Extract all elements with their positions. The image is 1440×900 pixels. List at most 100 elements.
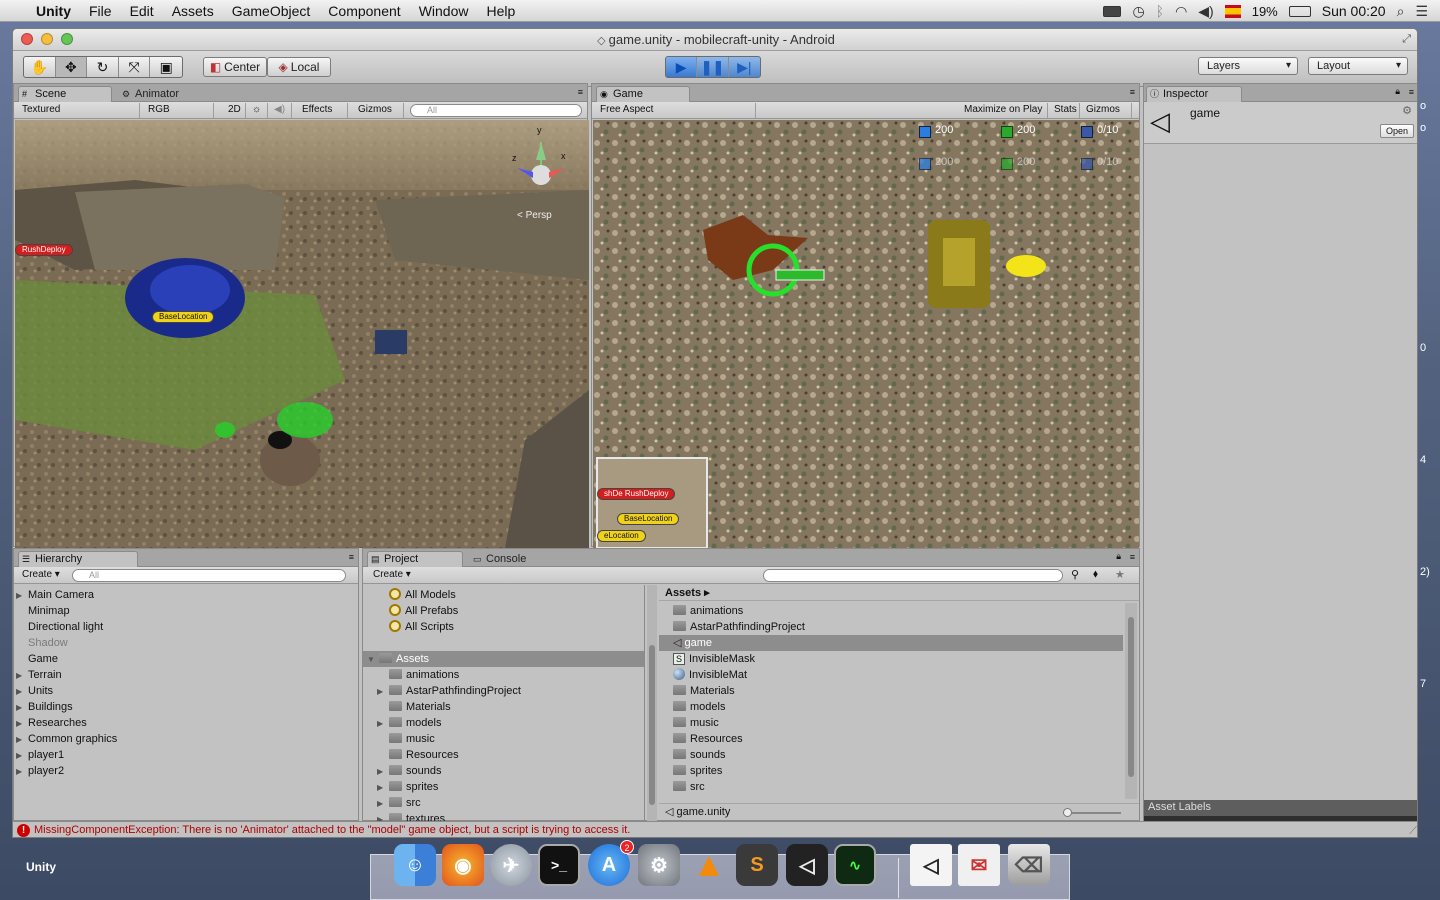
asset-item[interactable]: ◁ game: [659, 635, 1123, 651]
favorites-star-icon[interactable]: ★: [1115, 568, 1125, 581]
bluetooth-icon[interactable]: ᛒ: [1156, 4, 1164, 18]
keyboard-icon[interactable]: [1103, 5, 1122, 17]
asset-item[interactable]: models: [659, 699, 1123, 715]
lighting-toggle-icon[interactable]: ☼: [248, 103, 268, 118]
expand-arrow-icon[interactable]: ▶: [16, 732, 28, 748]
tab-hierarchy[interactable]: ☰ Hierarchy: [18, 551, 138, 567]
input-source-flag-icon[interactable]: [1224, 4, 1241, 18]
expand-arrow-icon[interactable]: ▶: [16, 588, 28, 604]
game-panel-menu-icon[interactable]: ≡: [1130, 87, 1135, 97]
scene-viewport[interactable]: y x z < Persp RushDeploy BaseLocation: [15, 120, 589, 548]
step-icon[interactable]: ▶|: [729, 57, 760, 77]
menu-gameobject[interactable]: GameObject: [223, 3, 320, 19]
hierarchy-create-dropdown[interactable]: Create ▾: [18, 568, 66, 583]
tab-console[interactable]: ▭ Console: [469, 551, 559, 567]
app-menu[interactable]: Unity: [27, 3, 80, 19]
hierarchy-item[interactable]: ▶ Units: [16, 683, 356, 699]
asset-item[interactable]: S InvisibleMask: [659, 651, 1123, 667]
play-icon[interactable]: ▶: [666, 57, 698, 77]
unity-document-icon[interactable]: ◁: [910, 844, 952, 886]
expand-arrow-icon[interactable]: ▼: [367, 652, 379, 668]
2d-toggle[interactable]: 2D: [224, 103, 246, 118]
hierarchy-item[interactable]: Minimap: [16, 603, 356, 619]
hierarchy-item[interactable]: ▶ Buildings: [16, 699, 356, 715]
hierarchy-item[interactable]: ▶ player1: [16, 747, 356, 763]
game-viewport[interactable]: 200 200 0/10 200 200 0/10 shDe RushDeplo…: [593, 120, 1139, 548]
menu-file[interactable]: File: [80, 3, 121, 19]
hand-tool-icon[interactable]: ✋: [24, 57, 56, 77]
scale-tool-icon[interactable]: ⤧: [119, 57, 151, 77]
menu-help[interactable]: Help: [477, 3, 524, 19]
favorite-item[interactable]: All Prefabs: [389, 603, 458, 619]
hierarchy-search-input[interactable]: All: [72, 569, 346, 582]
expand-arrow-icon[interactable]: ▶: [377, 716, 389, 732]
menu-edit[interactable]: Edit: [121, 3, 163, 19]
expand-arrow-icon[interactable]: ▶: [16, 684, 28, 700]
tree-folder-item[interactable]: ▶ sounds: [377, 763, 441, 779]
minimize-button[interactable]: [41, 33, 53, 45]
color-mode-dropdown[interactable]: RGB: [144, 103, 214, 118]
layout-dropdown[interactable]: Layout: [1308, 57, 1408, 75]
expand-arrow-icon[interactable]: ▶: [377, 812, 389, 821]
expand-arrow-icon[interactable]: ▶: [16, 668, 28, 684]
terminal-icon[interactable]: >_: [538, 844, 580, 886]
finder-icon[interactable]: ☺: [394, 844, 436, 886]
asset-scrollbar[interactable]: [1125, 603, 1137, 799]
breadcrumb-assets[interactable]: Assets: [665, 587, 701, 599]
tab-project[interactable]: ▤ Project: [367, 551, 463, 567]
fullscreen-icon[interactable]: ⤢: [1402, 29, 1411, 50]
project-lock-icon[interactable]: 🔒︎: [1116, 551, 1121, 562]
scene-gizmos-dropdown[interactable]: Gizmos: [354, 103, 404, 118]
tab-animator[interactable]: ⚙ Animator: [118, 86, 208, 102]
rotate-tool-icon[interactable]: ↻: [87, 57, 119, 77]
layers-dropdown[interactable]: Layers: [1198, 57, 1298, 75]
spotlight-search-icon[interactable]: ⌕: [1397, 4, 1405, 18]
battery-icon[interactable]: [1288, 5, 1311, 17]
expand-arrow-icon[interactable]: ▶: [16, 716, 28, 732]
project-search-input[interactable]: [763, 569, 1063, 582]
audio-toggle-icon[interactable]: ◀): [270, 103, 292, 118]
menu-component[interactable]: Component: [319, 3, 409, 19]
asset-item[interactable]: InvisibleMat: [659, 667, 1123, 683]
expand-arrow-icon[interactable]: ▶: [16, 764, 28, 780]
tree-scrollbar[interactable]: [647, 585, 657, 821]
menu-assets[interactable]: Assets: [163, 3, 223, 19]
hierarchy-menu-icon[interactable]: ≡: [349, 552, 354, 562]
expand-arrow-icon[interactable]: ▶: [377, 764, 389, 780]
asset-item[interactable]: Resources: [659, 731, 1123, 747]
asset-item[interactable]: sounds: [659, 747, 1123, 763]
desktop-unity-label[interactable]: Unity: [26, 860, 56, 874]
settings-gear-icon[interactable]: ⚙: [1402, 104, 1412, 117]
tab-game[interactable]: ◉ Game: [596, 86, 690, 102]
trash-icon[interactable]: ⌫: [1008, 844, 1050, 886]
asset-item[interactable]: src: [659, 779, 1123, 795]
tree-folder-item[interactable]: Materials: [377, 699, 451, 715]
game-gizmos-dropdown[interactable]: Gizmos: [1082, 103, 1132, 118]
asset-item[interactable]: music: [659, 715, 1123, 731]
tab-scene[interactable]: # Scene: [18, 86, 112, 102]
tree-folder-item[interactable]: animations: [377, 667, 459, 683]
hierarchy-item[interactable]: Shadow: [16, 635, 356, 651]
project-create-dropdown[interactable]: Create ▾: [369, 568, 417, 583]
expand-arrow-icon[interactable]: ▶: [377, 684, 389, 700]
tree-folder-item[interactable]: ▶ AstarPathfindingProject: [377, 683, 521, 699]
scene-search-input[interactable]: All: [410, 104, 582, 117]
render-mode-dropdown[interactable]: Textured: [18, 103, 140, 118]
stats-toggle[interactable]: Stats: [1050, 103, 1080, 118]
menu-window[interactable]: Window: [410, 3, 478, 19]
clock[interactable]: Sun 00:20: [1322, 3, 1386, 19]
tree-folder-item[interactable]: music: [377, 731, 435, 747]
hierarchy-item[interactable]: ▶ Common graphics: [16, 731, 356, 747]
maximize-on-play-toggle[interactable]: Maximize on Play: [960, 103, 1048, 118]
asset-item[interactable]: Materials: [659, 683, 1123, 699]
unity-dock-icon[interactable]: ◁: [786, 844, 828, 886]
filter-by-label-icon[interactable]: ⬧: [1093, 568, 1098, 581]
project-menu-icon[interactable]: ≡: [1130, 552, 1135, 562]
asset-scroll-thumb[interactable]: [1128, 617, 1134, 777]
close-button[interactable]: [21, 33, 33, 45]
favorite-item[interactable]: All Scripts: [389, 619, 454, 635]
pivot-toggle-button[interactable]: ◧ Center: [203, 57, 267, 77]
wifi-icon[interactable]: ◠: [1175, 4, 1187, 18]
hierarchy-item[interactable]: ▶ Researches: [16, 715, 356, 731]
expand-arrow-icon[interactable]: ▶: [16, 748, 28, 764]
